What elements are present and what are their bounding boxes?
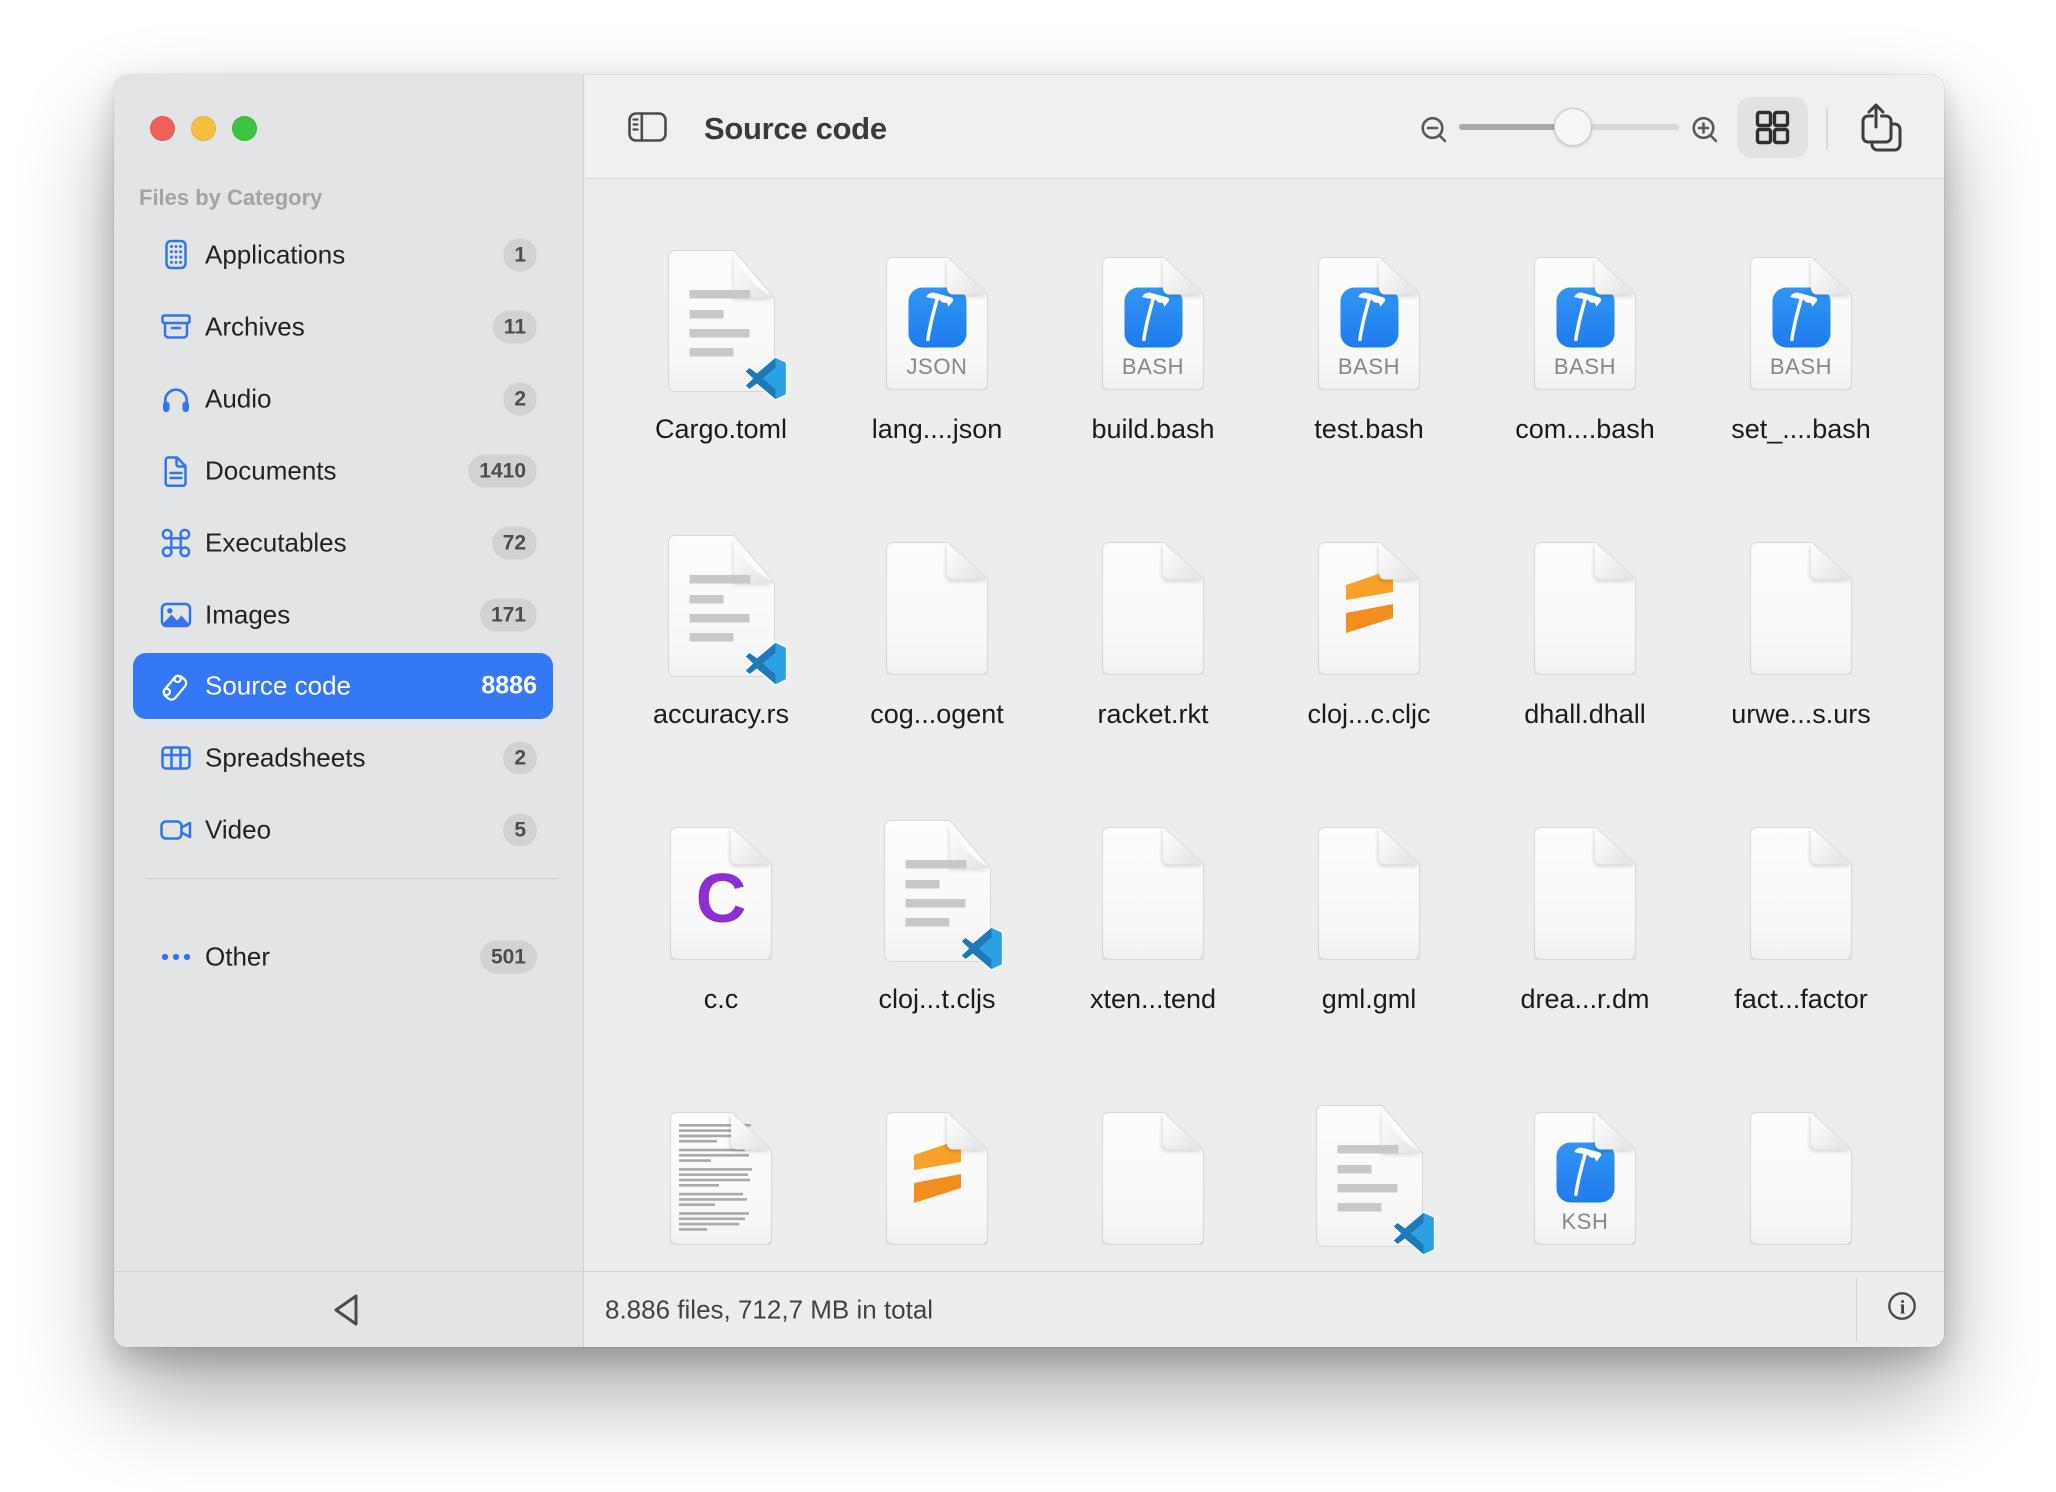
svg-text:i: i xyxy=(1900,1298,1905,1319)
